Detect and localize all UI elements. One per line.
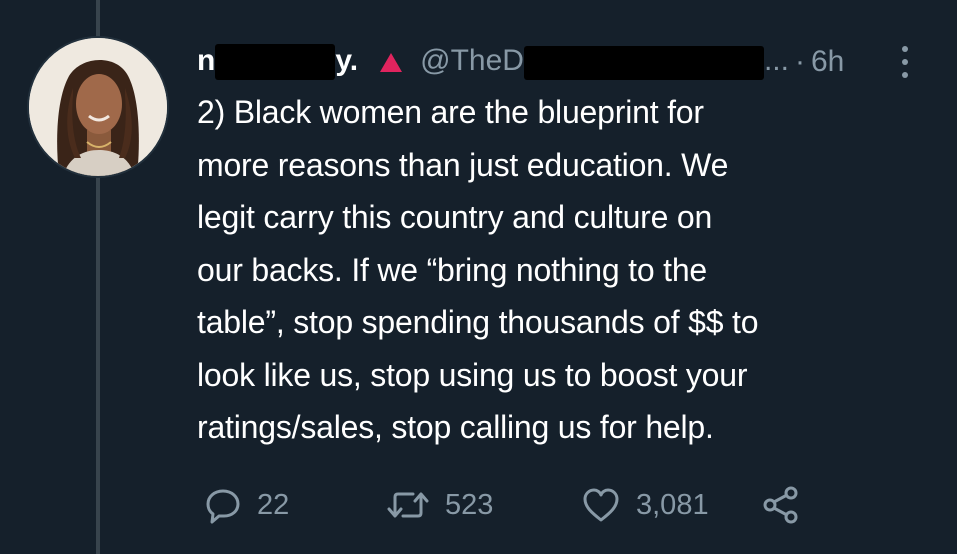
user-handle[interactable]: @TheD... bbox=[420, 44, 789, 80]
retweet-button[interactable]: 523 bbox=[385, 480, 493, 530]
timestamp[interactable]: 6h bbox=[811, 45, 844, 79]
red-triangle-icon bbox=[380, 52, 403, 72]
separator-dot: · bbox=[794, 45, 805, 78]
display-name[interactable]: n y. bbox=[197, 43, 359, 81]
redaction-bar bbox=[215, 44, 336, 81]
heart-icon bbox=[580, 485, 622, 525]
share-button[interactable] bbox=[761, 480, 801, 530]
avatar[interactable] bbox=[27, 36, 169, 178]
reply-count: 22 bbox=[257, 488, 290, 521]
handle-suffix: ... bbox=[763, 44, 789, 78]
retweet-count: 523 bbox=[445, 488, 494, 521]
reply-icon bbox=[203, 485, 243, 525]
handle-prefix: @TheD bbox=[420, 44, 524, 78]
tweet-actions: 22 523 3,081 bbox=[203, 480, 903, 530]
display-name-suffix: y. bbox=[335, 43, 359, 77]
more-vertical-icon[interactable] bbox=[894, 44, 918, 80]
display-name-prefix: n bbox=[197, 43, 216, 77]
like-count: 3,081 bbox=[636, 488, 709, 521]
tweet-header: n y. @TheD... · 6h bbox=[197, 40, 844, 84]
tweet-text: 2) Black women are the blueprint for mor… bbox=[197, 94, 759, 445]
reply-button[interactable]: 22 bbox=[203, 480, 289, 530]
share-icon bbox=[761, 485, 801, 525]
redaction-bar bbox=[523, 45, 764, 80]
retweet-icon bbox=[385, 485, 431, 525]
like-button[interactable]: 3,081 bbox=[580, 480, 709, 530]
